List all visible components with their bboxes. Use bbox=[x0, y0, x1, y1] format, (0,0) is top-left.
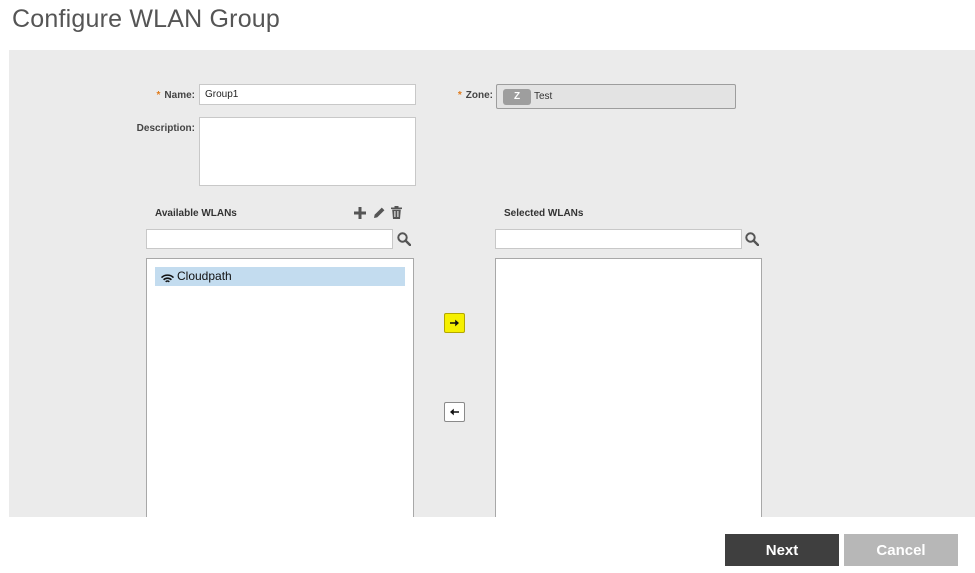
cancel-button[interactable]: Cancel bbox=[844, 534, 958, 566]
delete-icon[interactable] bbox=[391, 206, 402, 224]
selected-wlans-title: Selected WLANs bbox=[504, 208, 584, 219]
name-input[interactable] bbox=[199, 84, 416, 105]
move-left-button[interactable] bbox=[444, 402, 465, 422]
available-search-icon[interactable] bbox=[397, 232, 412, 251]
description-label: Description: bbox=[136, 123, 195, 134]
wifi-icon bbox=[160, 271, 175, 290]
add-icon[interactable] bbox=[354, 206, 366, 224]
available-wlans-title: Available WLANs bbox=[155, 208, 237, 219]
zone-value: Test bbox=[534, 91, 553, 102]
edit-icon[interactable] bbox=[373, 206, 385, 224]
required-marker: * bbox=[457, 90, 462, 101]
list-item[interactable]: Cloudpath bbox=[155, 267, 405, 286]
move-right-button[interactable] bbox=[444, 313, 465, 333]
available-search-input[interactable] bbox=[146, 229, 393, 249]
arrow-left-icon bbox=[450, 408, 459, 416]
arrow-right-icon bbox=[450, 319, 459, 327]
name-label: * Name: bbox=[156, 90, 195, 101]
available-wlans-list[interactable]: Cloudpath bbox=[146, 258, 414, 517]
form-panel: *Name: Description: *Zone: Z Test Availa… bbox=[9, 50, 975, 517]
selected-search-icon[interactable] bbox=[745, 232, 760, 251]
next-button[interactable]: Next bbox=[725, 534, 839, 566]
required-marker: * bbox=[156, 90, 161, 101]
zone-field: Z Test bbox=[496, 84, 736, 109]
description-input[interactable] bbox=[199, 117, 416, 186]
page-title: Configure WLAN Group bbox=[12, 5, 281, 33]
wlan-item-label: Cloudpath bbox=[177, 269, 232, 283]
selected-wlans-list[interactable] bbox=[495, 258, 762, 517]
zone-label: * Zone: bbox=[457, 90, 493, 101]
selected-search-input[interactable] bbox=[495, 229, 742, 249]
zone-badge: Z bbox=[503, 89, 531, 105]
